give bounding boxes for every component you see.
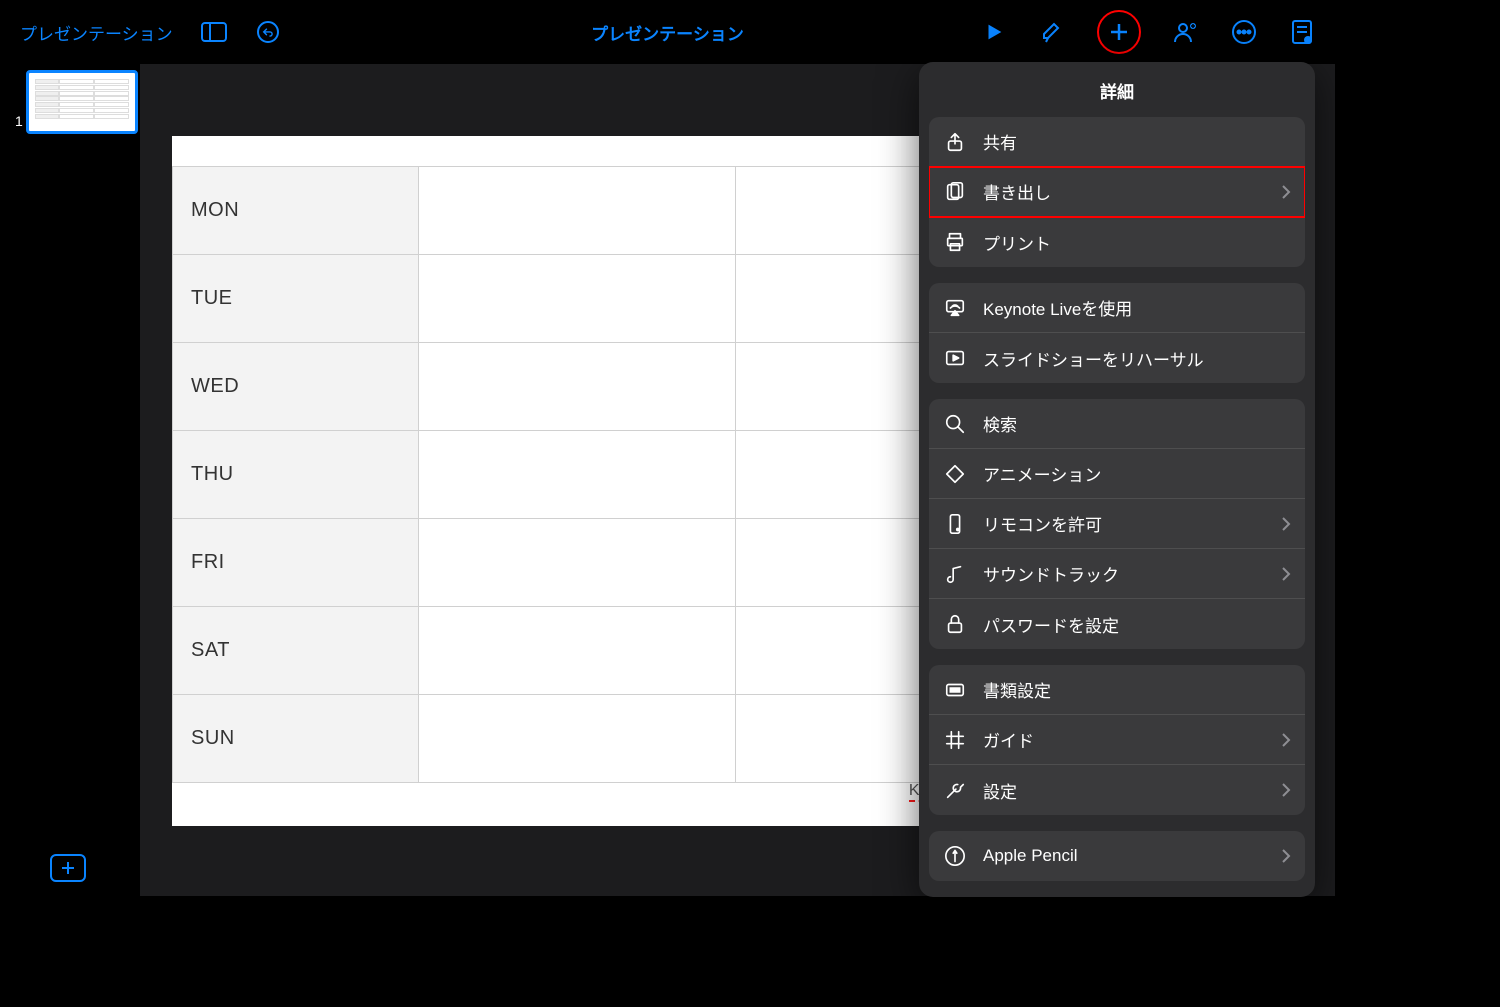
playbox-icon xyxy=(943,346,967,370)
airplay-icon xyxy=(943,296,967,320)
back-button[interactable]: プレゼンテーション xyxy=(20,20,173,45)
menu-item-rehearse[interactable]: スライドショーをリハーサル xyxy=(929,333,1305,383)
play-icon[interactable] xyxy=(981,19,1007,45)
format-brush-icon[interactable] xyxy=(1039,19,1065,45)
export-icon xyxy=(943,180,967,204)
slide-thumbnail[interactable]: 1 xyxy=(26,70,138,134)
menu-item-label: ガイド xyxy=(983,727,1281,752)
menu-item-password[interactable]: パスワードを設定 xyxy=(929,599,1305,649)
table-cell[interactable] xyxy=(419,431,735,519)
chevron-right-icon xyxy=(1281,782,1291,798)
menu-item-remote[interactable]: リモコンを許可 xyxy=(929,499,1305,549)
menu-item-label: 書類設定 xyxy=(983,677,1291,702)
grid-icon xyxy=(943,728,967,752)
search-icon xyxy=(943,412,967,436)
day-label[interactable]: TUE xyxy=(173,255,419,343)
menu-item-export[interactable]: 書き出し xyxy=(929,167,1305,217)
menu-group: 検索アニメーションリモコンを許可サウンドトラックパスワードを設定 xyxy=(929,399,1305,649)
menu-item-keynote-live[interactable]: Keynote Liveを使用 xyxy=(929,283,1305,333)
menu-item-settings[interactable]: 設定 xyxy=(929,765,1305,815)
diamond-icon xyxy=(943,462,967,486)
collaborate-icon[interactable] xyxy=(1173,19,1199,45)
menu-item-guides[interactable]: ガイド xyxy=(929,715,1305,765)
note-icon xyxy=(943,562,967,586)
chevron-right-icon xyxy=(1281,848,1291,864)
menu-item-search[interactable]: 検索 xyxy=(929,399,1305,449)
menu-item-apple-pencil[interactable]: Apple Pencil xyxy=(929,831,1305,881)
undo-icon[interactable] xyxy=(255,19,281,45)
table-cell[interactable] xyxy=(419,255,735,343)
slide-navigator: 1 xyxy=(0,64,140,896)
chevron-right-icon xyxy=(1281,566,1291,582)
day-label[interactable]: THU xyxy=(173,431,419,519)
sidebar-toggle-icon[interactable] xyxy=(201,19,227,45)
chevron-right-icon xyxy=(1281,184,1291,200)
more-menu-popover: 詳細 共有書き出しプリント Keynote Liveを使用スライドショーをリハーサ… xyxy=(919,62,1315,897)
doc-icon xyxy=(943,678,967,702)
menu-item-label: 検索 xyxy=(983,411,1291,436)
menu-group: 書類設定ガイド設定 xyxy=(929,665,1305,815)
menu-group: 共有書き出しプリント xyxy=(929,117,1305,267)
table-cell[interactable] xyxy=(419,519,735,607)
menu-item-label: リモコンを許可 xyxy=(983,511,1281,536)
top-toolbar: プレゼンテーション プレゼンテーション xyxy=(0,0,1335,64)
wrench-icon xyxy=(943,778,967,802)
menu-item-label: 共有 xyxy=(983,129,1291,154)
menu-item-label: 設定 xyxy=(983,778,1281,803)
menu-item-label: Apple Pencil xyxy=(983,846,1281,866)
menu-group: Apple Pencil xyxy=(929,831,1305,881)
menu-item-label: スライドショーをリハーサル xyxy=(983,346,1291,371)
popover-title: 詳細 xyxy=(919,62,1315,117)
menu-item-label: パスワードを設定 xyxy=(983,612,1291,637)
menu-item-label: 書き出し xyxy=(983,179,1281,204)
menu-item-share[interactable]: 共有 xyxy=(929,117,1305,167)
menu-item-soundtrack[interactable]: サウンドトラック xyxy=(929,549,1305,599)
day-label[interactable]: MON xyxy=(173,167,419,255)
menu-item-print[interactable]: プリント xyxy=(929,217,1305,267)
menu-item-doc-settings[interactable]: 書類設定 xyxy=(929,665,1305,715)
menu-group: Keynote Liveを使用スライドショーをリハーサル xyxy=(929,283,1305,383)
chevron-right-icon xyxy=(1281,516,1291,532)
day-label[interactable]: WED xyxy=(173,343,419,431)
day-label[interactable]: SUN xyxy=(173,695,419,783)
document-title[interactable]: プレゼンテーション xyxy=(591,20,744,45)
phone-icon xyxy=(943,512,967,536)
table-cell[interactable] xyxy=(419,695,735,783)
pencil-icon xyxy=(943,844,967,868)
table-cell[interactable] xyxy=(419,343,735,431)
menu-item-label: Keynote Liveを使用 xyxy=(983,295,1291,320)
menu-item-animation[interactable]: アニメーション xyxy=(929,449,1305,499)
menu-item-label: プリント xyxy=(983,230,1291,255)
share-icon xyxy=(943,130,967,154)
more-icon[interactable] xyxy=(1231,19,1257,45)
add-slide-button[interactable] xyxy=(50,854,86,882)
table-cell[interactable] xyxy=(419,607,735,695)
add-icon[interactable] xyxy=(1097,10,1141,54)
chevron-right-icon xyxy=(1281,732,1291,748)
menu-item-label: アニメーション xyxy=(983,461,1291,486)
slide-number: 1 xyxy=(15,113,23,129)
day-label[interactable]: FRI xyxy=(173,519,419,607)
print-icon xyxy=(943,230,967,254)
menu-item-label: サウンドトラック xyxy=(983,561,1281,586)
document-menu-icon[interactable] xyxy=(1289,19,1315,45)
day-label[interactable]: SAT xyxy=(173,607,419,695)
lock-icon xyxy=(943,612,967,636)
table-cell[interactable] xyxy=(419,167,735,255)
